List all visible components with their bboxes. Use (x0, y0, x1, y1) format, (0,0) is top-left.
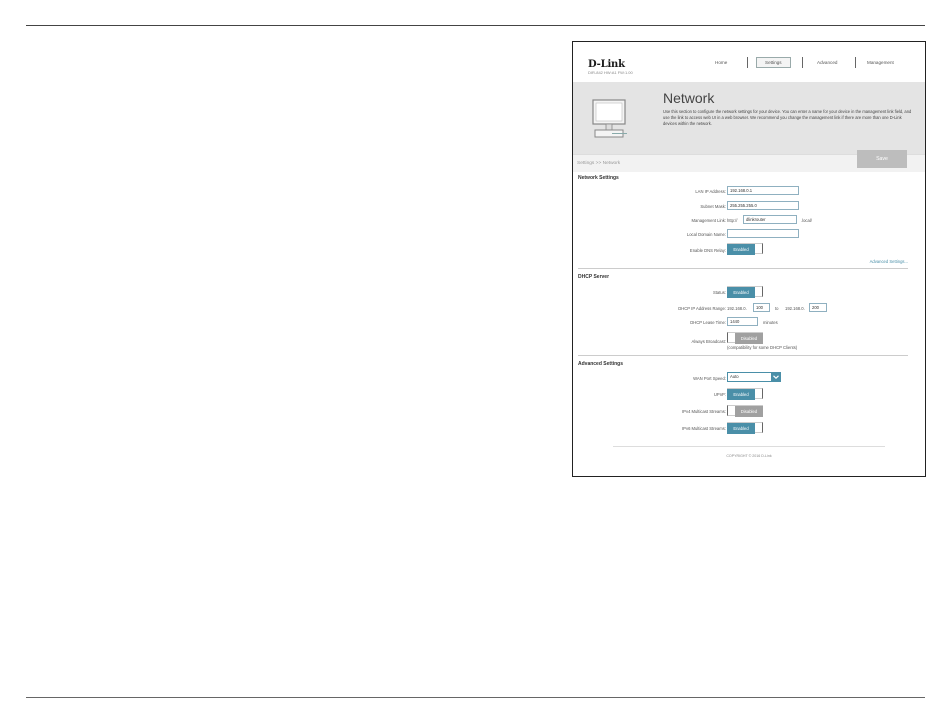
chevron-down-icon (771, 372, 781, 382)
dhcp-range-end-input[interactable]: 200 (809, 303, 827, 312)
upnp-state: Enabled (727, 389, 755, 400)
copyright-text: COPYRIGHT © 2016 D-Link (726, 454, 772, 458)
advanced-settings-link[interactable]: Advanced Settings... (870, 259, 908, 264)
upnp-label: UPnP: (713, 392, 726, 397)
local-domain-input[interactable] (727, 229, 799, 238)
nav-separator (855, 57, 856, 68)
dns-relay-toggle[interactable]: Enabled (727, 243, 763, 255)
wan-port-speed-label: WAN Port Speed: (693, 376, 726, 381)
dhcp-range-to: to (775, 306, 779, 311)
nav-home[interactable]: Home (715, 60, 727, 65)
local-domain-label: Local Domain Name: (686, 232, 726, 237)
lease-time-input[interactable]: 1440 (727, 317, 758, 326)
page-top-rule (26, 25, 925, 26)
dhcp-range-label: DHCP IP Address Range: (678, 306, 726, 311)
subnet-mask-label: Subnet Mask: (700, 204, 726, 209)
dhcp-range-start-input[interactable]: 100 (753, 303, 770, 312)
wan-port-speed-value: Auto (730, 374, 739, 379)
nav-separator (802, 57, 803, 68)
ipv4-multicast-state: Disabled (735, 406, 763, 417)
dhcp-status-toggle[interactable]: Enabled (727, 286, 763, 298)
always-broadcast-state: Disabled (735, 333, 763, 344)
always-broadcast-note: (compatibility for some DHCP Clients) (727, 345, 798, 350)
header: D-Link DIR-842 HW:A1 FW:1.00 Home Settin… (573, 42, 925, 82)
nav-advanced[interactable]: Advanced (817, 60, 837, 65)
dns-relay-state: Enabled (727, 244, 755, 255)
nav-settings[interactable]: Settings (756, 57, 791, 68)
dhcp-server-title: DHCP Server (578, 274, 610, 280)
always-broadcast-label: Always Broadcast: (691, 339, 726, 344)
nav-separator (747, 57, 748, 68)
dlink-logo: D-Link (588, 59, 625, 70)
ipv6-multicast-toggle[interactable]: Enabled (727, 422, 763, 434)
lan-ip-input[interactable]: 192.168.0.1 (727, 186, 799, 195)
dhcp-range-start-prefix: 192.168.0. (727, 306, 747, 311)
management-link-label: Management Link: (691, 218, 726, 223)
dhcp-status-state: Enabled (727, 287, 755, 298)
model-info: DIR-842 HW:A1 FW:1.00 (588, 70, 633, 75)
lease-time-unit: minutes (763, 320, 778, 325)
dhcp-range-end-prefix: 192.168.0. (785, 306, 805, 311)
upnp-toggle[interactable]: Enabled (727, 388, 763, 400)
always-broadcast-toggle[interactable]: Disabled (727, 332, 763, 344)
dhcp-status-label: Status: (712, 290, 726, 295)
section-divider (578, 268, 908, 269)
ipv6-multicast-label: IPv6 Multicast Streams: (682, 426, 726, 431)
ipv4-multicast-toggle[interactable]: Disabled (727, 405, 763, 417)
nav-management[interactable]: Management (867, 60, 894, 65)
management-link-prefix: http:// (727, 218, 738, 223)
lan-ip-label: LAN IP Address: (695, 189, 726, 194)
page-bottom-rule (26, 697, 925, 698)
network-settings-title: Network Settings (578, 175, 619, 181)
dns-relay-label: Enable DNS Relay: (689, 248, 726, 253)
ipv4-multicast-label: IPv4 Multicast Streams: (682, 409, 726, 414)
save-button[interactable]: Save (857, 150, 907, 168)
breadcrumb: Settings >> Network (577, 161, 621, 166)
management-link-input[interactable]: dlinkrouter (743, 215, 797, 224)
advanced-settings-title: Advanced Settings (578, 361, 624, 367)
wan-port-speed-select[interactable]: Auto (727, 372, 781, 382)
footer-divider (613, 446, 885, 447)
subnet-mask-input[interactable]: 255.255.255.0 (727, 201, 799, 210)
router-settings-screenshot: D-Link DIR-842 HW:A1 FW:1.00 Home Settin… (572, 41, 926, 477)
monitor-icon (592, 99, 627, 138)
page-description: Use this section to configure the networ… (663, 109, 912, 126)
lease-time-label: DHCP Lease Time: (690, 320, 726, 325)
management-link-suffix: .local/ (801, 218, 812, 223)
section-divider (578, 355, 908, 356)
ipv6-multicast-state: Enabled (727, 423, 755, 434)
page-title: Network (663, 90, 715, 106)
page-banner: Network Use this section to configure th… (573, 82, 925, 154)
